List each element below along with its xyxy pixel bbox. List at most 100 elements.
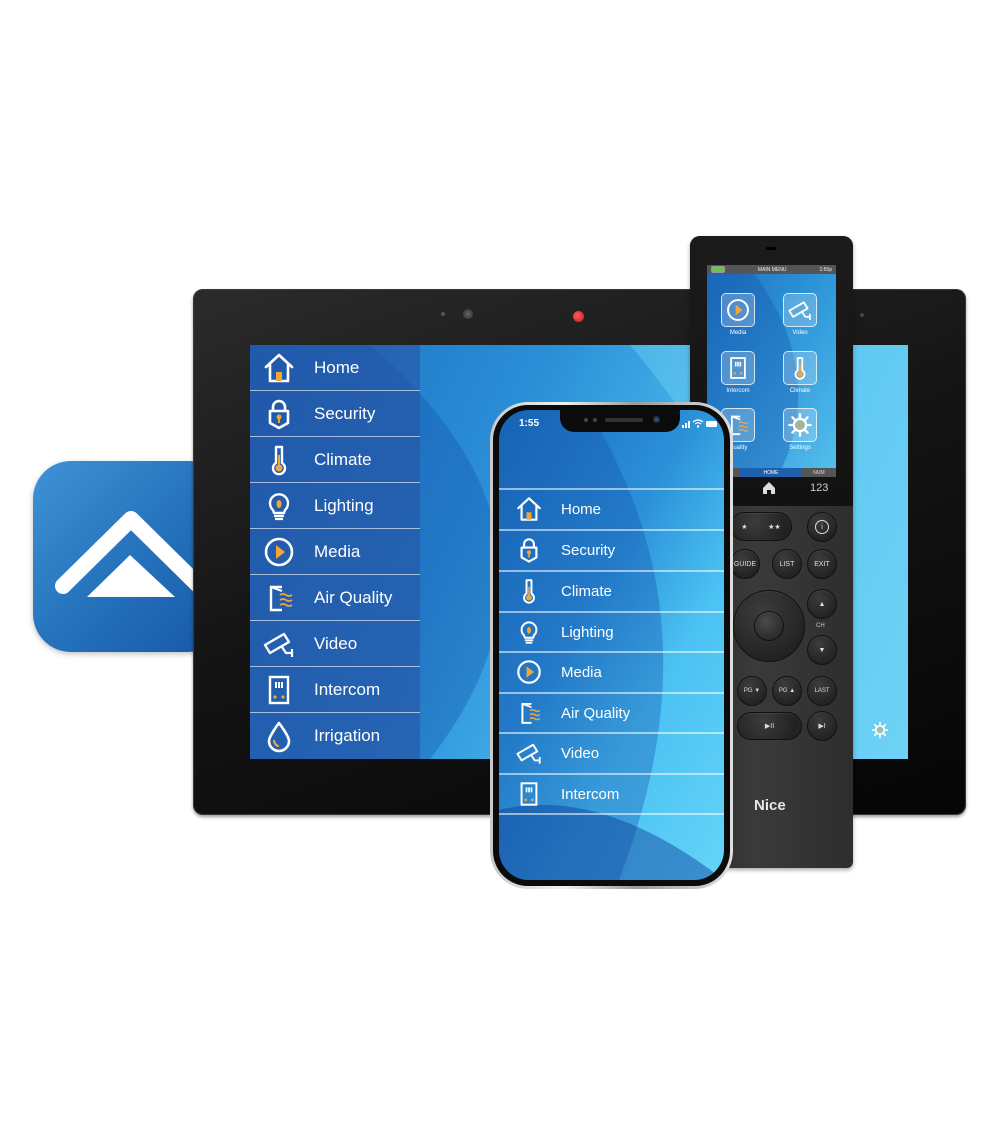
lightbulb-icon (262, 489, 296, 523)
tile-label: Intercom (726, 388, 750, 394)
brand-logo: Nice (754, 797, 786, 814)
menu-label: Video (561, 744, 600, 762)
tablet-menu-item-irrigation[interactable]: Irrigation (250, 713, 420, 759)
phone-menu-item-security[interactable]: Security (499, 529, 724, 569)
menu-label: Video (314, 633, 358, 653)
phone-menu-item-home[interactable]: Home (499, 488, 724, 528)
remote-tile-settings[interactable] (783, 408, 817, 442)
remote-speaker (766, 247, 776, 250)
remote-tile-video[interactable] (783, 293, 817, 327)
phone-notch (560, 410, 680, 432)
menu-label: Air Quality (561, 704, 631, 722)
remote-tile-intercom[interactable] (721, 351, 755, 385)
air-quality-icon (515, 699, 543, 727)
thermometer-icon (787, 355, 813, 381)
num-key[interactable]: 123 (810, 482, 828, 494)
phone-status-time: 1:55 (519, 418, 540, 429)
air-quality-icon (262, 581, 296, 615)
tablet-menu: Home Security Climate Lighting Media Air… (250, 345, 420, 759)
tablet-menu-item-climate[interactable]: Climate (250, 437, 420, 483)
tablet-menu-item-air-quality[interactable]: Air Quality (250, 575, 420, 621)
play-pause-button[interactable]: ▶II (737, 712, 802, 740)
exit-button[interactable]: EXIT (807, 549, 837, 579)
gear-icon (787, 412, 813, 438)
remote-tile-media[interactable] (721, 293, 755, 327)
menu-label: Climate (561, 582, 612, 600)
last-button[interactable]: LAST (807, 676, 837, 706)
tablet-menu-item-media[interactable]: Media (250, 529, 420, 575)
tablet-menu-item-home[interactable]: Home (250, 345, 420, 391)
thermometer-icon (262, 443, 296, 477)
home-icon (262, 351, 296, 385)
remote-status-bar: MAIN MENU 1:55p (707, 265, 836, 274)
channel-up-button[interactable]: ▲ (807, 589, 837, 619)
tablet-sensor-right (860, 313, 864, 317)
play-circle-icon (262, 535, 296, 569)
status-icons (682, 419, 717, 428)
battery-icon (706, 421, 717, 427)
intercom-icon (515, 780, 543, 808)
padlock-icon (262, 397, 296, 431)
menu-label: Intercom (561, 785, 620, 803)
wifi-icon (692, 419, 704, 425)
menu-label: Air Quality (314, 587, 393, 607)
notch-sensor (584, 418, 588, 422)
intercom-icon (262, 673, 296, 707)
security-camera-icon (515, 739, 543, 767)
front-camera (653, 416, 660, 423)
home-icon[interactable] (762, 481, 776, 494)
tile-label: Settings (789, 445, 811, 451)
tablet-menu-item-lighting[interactable]: Lighting (250, 483, 420, 529)
play-circle-icon (725, 297, 751, 323)
menu-label: Media (314, 541, 361, 561)
play-circle-icon (515, 658, 543, 686)
phone-menu-item-video[interactable]: Video (499, 732, 724, 772)
menu-label: Home (561, 500, 602, 518)
remote-tile-climate[interactable] (783, 351, 817, 385)
phone-screen: 1:55 Home Security Climate Lighting Medi… (499, 410, 724, 880)
phone-bezel: 1:55 Home Security Climate Lighting Medi… (493, 405, 730, 886)
notch-speaker (605, 418, 643, 422)
list-button[interactable]: LIST (772, 549, 802, 579)
directional-pad[interactable] (733, 590, 805, 662)
guide-button[interactable]: GUIDE (730, 549, 760, 579)
phone-menu-item-media[interactable]: Media (499, 651, 724, 691)
favorite-2-label: ★★ (768, 523, 781, 531)
page-down-button[interactable]: PG ▼ (737, 676, 767, 706)
battery-icon (711, 266, 725, 273)
gear-icon[interactable] (871, 721, 889, 739)
tile-label: Video (792, 330, 808, 336)
favorites-button[interactable]: ★ ★★ (730, 512, 792, 541)
phone-menu-item-climate[interactable]: Climate (499, 570, 724, 610)
channel-label: CH (816, 623, 825, 629)
phone-menu-item-air-quality[interactable]: Air Quality (499, 692, 724, 732)
tablet-sensor (441, 312, 445, 316)
remote-screen-title: MAIN MENU (757, 266, 787, 273)
remote-tab-num[interactable]: NUM (802, 468, 836, 477)
menu-label: Media (561, 663, 602, 681)
tablet-camera (463, 309, 473, 319)
tablet-menu-item-video[interactable]: Video (250, 621, 420, 667)
menu-label: Climate (314, 449, 372, 469)
phone-menu-item-lighting[interactable]: Lighting (499, 611, 724, 651)
skip-button[interactable]: ▶I (807, 711, 837, 741)
menu-label: Home (314, 357, 360, 377)
phone-menu-item-intercom[interactable]: Intercom (499, 773, 724, 815)
tablet-indicator-light (573, 311, 584, 322)
notch-sensor (593, 418, 597, 422)
menu-label: Lighting (561, 623, 614, 641)
security-camera-icon (262, 627, 296, 661)
lightbulb-icon (515, 618, 543, 646)
tablet-menu-item-intercom[interactable]: Intercom (250, 667, 420, 713)
info-icon: i (815, 520, 829, 534)
select-button[interactable] (754, 611, 784, 641)
tablet-menu-item-security[interactable]: Security (250, 391, 420, 437)
water-drop-icon (262, 719, 296, 753)
thermometer-icon (515, 577, 543, 605)
page-up-button[interactable]: PG ▲ (772, 676, 802, 706)
channel-down-button[interactable]: ▼ (807, 635, 837, 665)
info-button[interactable]: i (807, 512, 837, 542)
signal-icon (682, 421, 690, 428)
remote-tab-home[interactable]: HOME (740, 468, 802, 477)
menu-label: Security (314, 403, 376, 423)
